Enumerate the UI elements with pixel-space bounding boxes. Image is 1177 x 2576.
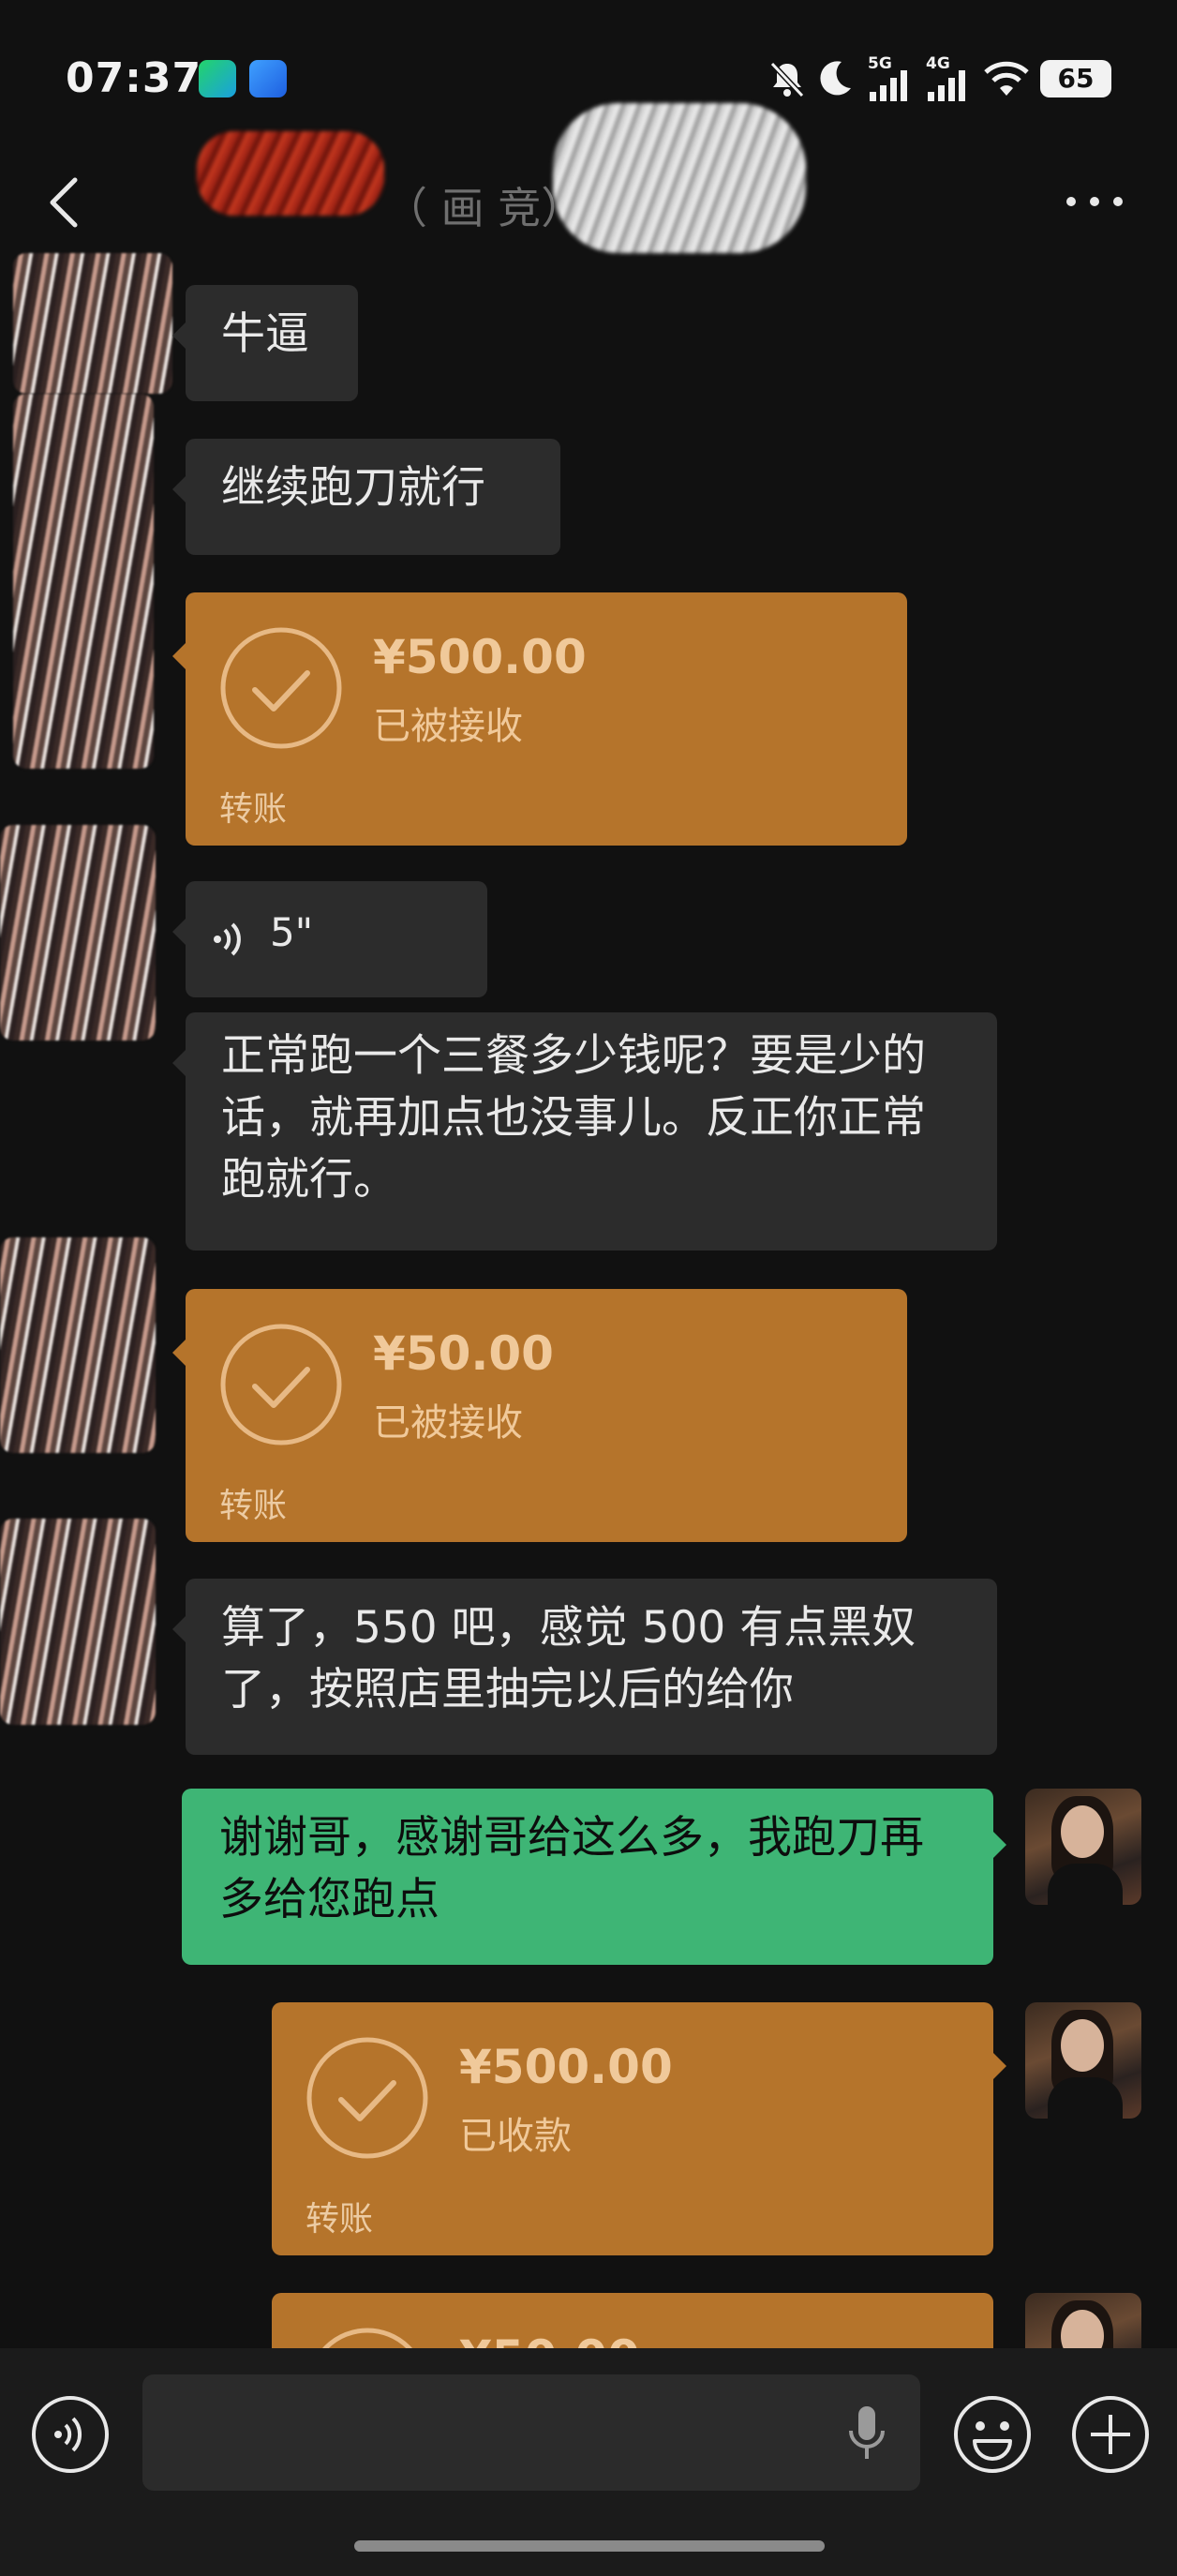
transfer-amount: ¥50.00 <box>373 1326 554 1381</box>
contact-avatar-redacted[interactable] <box>0 1519 156 1725</box>
check-circle-icon <box>306 2037 428 2159</box>
back-chevron-icon[interactable] <box>45 174 82 231</box>
message-bubble-incoming[interactable]: 算了，550 吧，感觉 500 有点黑奴了，按照店里抽完以后的给你 <box>172 1579 997 1755</box>
my-avatar[interactable] <box>1025 1789 1141 1905</box>
iqiyi-icon <box>199 60 236 97</box>
emoji-icon[interactable] <box>952 2394 1033 2475</box>
header-title-redacted-1 <box>197 131 384 216</box>
moon-icon <box>820 61 851 96</box>
message-bubble-incoming[interactable]: 正常跑一个三餐多少钱呢？要是少的话，就再加点也没事儿。反正你正常跑就行。 <box>172 1012 997 1251</box>
transfer-card-incoming[interactable]: ¥50.00 已被接收 转账 <box>172 1289 907 1542</box>
browser-icon <box>249 60 287 97</box>
mute-bell-icon <box>769 61 805 98</box>
voice-wave-icon <box>214 922 241 956</box>
message-text: 继续跑刀就行 <box>221 462 485 514</box>
home-indicator[interactable] <box>354 2540 825 2552</box>
voice-duration: 5" <box>270 909 314 955</box>
message-bubble-incoming[interactable]: 牛逼 <box>172 285 358 401</box>
message-text: 算了，550 吧，感觉 500 有点黑奴了，按照店里抽完以后的给你 <box>221 1602 916 1715</box>
battery-indicator: 65 <box>1040 60 1111 97</box>
message-bubble-outgoing[interactable]: 谢谢哥，感谢哥给这么多，我跑刀再多给您跑点 <box>182 1789 1006 1965</box>
transfer-card-outgoing[interactable]: ¥500.00 已收款 转账 <box>272 2002 1006 2255</box>
message-text: 正常跑一个三餐多少钱呢？要是少的话，就再加点也没事儿。反正你正常跑就行。 <box>221 1030 926 1206</box>
message-input[interactable] <box>142 2374 920 2491</box>
transfer-amount: ¥500.00 <box>373 630 587 684</box>
transfer-status: 已被接收 <box>373 705 523 748</box>
transfer-card-incoming[interactable]: ¥500.00 已被接收 转账 <box>172 592 907 846</box>
status-time: 07:37 <box>66 54 202 102</box>
contact-avatar-redacted[interactable] <box>13 394 154 769</box>
voice-input-icon[interactable] <box>30 2394 111 2475</box>
message-bubble-incoming[interactable]: 继续跑刀就行 <box>172 439 560 555</box>
signal-4g-icon <box>928 70 965 101</box>
header-title-redacted-2 <box>553 103 806 253</box>
wifi-icon <box>984 61 1029 96</box>
transfer-label: 转账 <box>219 790 288 829</box>
transfer-amount: ¥500.00 <box>459 2040 673 2094</box>
microphone-icon[interactable] <box>843 2404 890 2463</box>
transfer-status: 已收款 <box>459 2115 572 2158</box>
message-text: 谢谢哥，感谢哥给这么多，我跑刀再多给您跑点 <box>219 1812 924 1925</box>
my-avatar[interactable] <box>1025 2002 1141 2119</box>
transfer-label: 转账 <box>219 1487 288 1525</box>
add-more-icon[interactable] <box>1070 2394 1151 2475</box>
transfer-status: 已被接收 <box>373 1401 523 1445</box>
contact-avatar-redacted[interactable] <box>13 253 172 394</box>
voice-message-bubble[interactable]: 5" <box>172 881 487 997</box>
contact-avatar-redacted[interactable] <box>0 1237 156 1453</box>
signal-5g-icon <box>870 70 907 101</box>
transfer-label: 转账 <box>305 2200 374 2239</box>
contact-avatar-redacted[interactable] <box>0 825 156 1041</box>
check-circle-icon <box>220 627 342 749</box>
check-circle-icon <box>220 1324 342 1445</box>
message-text: 牛逼 <box>221 308 309 360</box>
more-options-icon[interactable] <box>1066 195 1123 208</box>
